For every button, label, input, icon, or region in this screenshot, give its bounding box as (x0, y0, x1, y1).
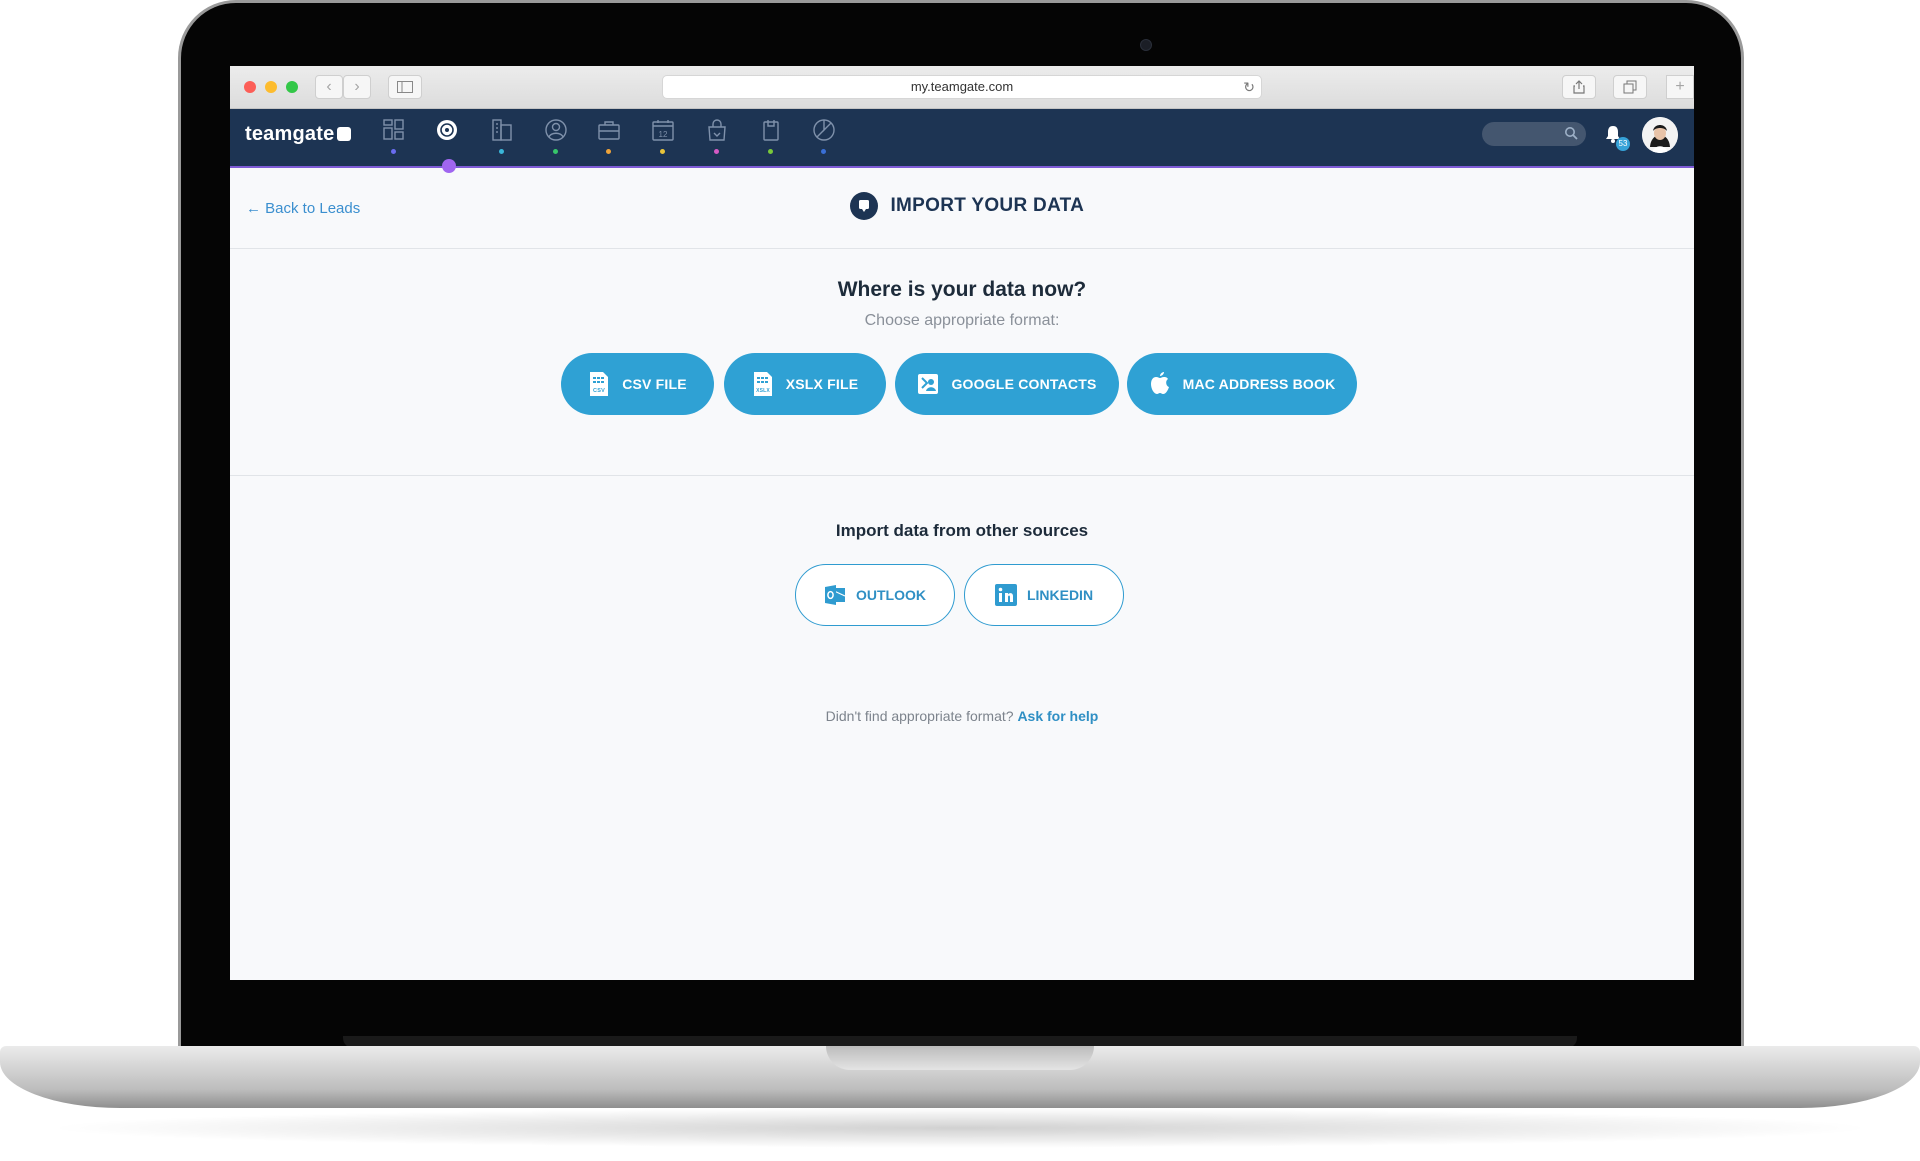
sales-icon (708, 119, 726, 141)
linkedin-label: LINKEDIN (1026, 587, 1094, 603)
chevron-left-icon: ‹ (326, 78, 332, 95)
plus-icon: + (1675, 78, 1685, 95)
calendar-day-text: 12 (659, 130, 668, 139)
browser-back-button[interactable]: ‹ (315, 75, 343, 99)
camera (1140, 39, 1152, 51)
linkedin-button[interactable]: LINKEDIN (964, 564, 1124, 626)
address-bar[interactable]: my.teamgate.com ↻ (662, 75, 1262, 99)
nav-dot-contacts (553, 149, 558, 154)
csv-file-icon: CSV (590, 372, 609, 396)
back-link-label: Back to Leads (265, 200, 361, 217)
google-contacts-icon (918, 374, 939, 394)
sidebar-toggle-button[interactable] (388, 75, 422, 99)
teamgate-logo[interactable]: teamgate (245, 123, 352, 146)
nav-notes[interactable] (758, 117, 784, 143)
mac-address-book-label: MAC ADDRESS BOOK (1182, 376, 1336, 392)
nav-calendar[interactable]: 12 (650, 117, 676, 143)
linkedin-icon (994, 584, 1017, 606)
xlsx-file-button[interactable]: XSLX XSLX FILE (724, 353, 886, 415)
active-nav-indicator (442, 159, 456, 173)
csv-file-button[interactable]: CSV CSV FILE (561, 353, 714, 415)
outlook-icon (825, 585, 846, 605)
tabs-overview-button[interactable] (1613, 75, 1647, 99)
new-tab-button[interactable]: + (1666, 75, 1694, 99)
notification-badge: 53 (1616, 137, 1630, 151)
logo-text: teamgate (245, 123, 335, 145)
search-input[interactable] (1482, 122, 1586, 146)
back-to-leads-link[interactable]: ← Back to Leads (246, 200, 360, 217)
format-section: Where is your data now? Choose appropria… (230, 249, 1694, 476)
google-contacts-label: GOOGLE CONTACTS (951, 376, 1097, 392)
nav-companies[interactable] (489, 117, 515, 143)
nav-dot-deals (606, 149, 611, 154)
page-title-group: IMPORT YOUR DATA (850, 192, 1084, 222)
chevron-right-icon: › (354, 78, 360, 95)
nav-dot-reports (821, 149, 826, 154)
sidebar-icon (397, 81, 413, 93)
user-avatar-icon (1642, 117, 1678, 153)
deals-icon (598, 121, 620, 140)
page-header: ← Back to Leads IMPORT YOUR DATA (230, 168, 1694, 249)
avatar[interactable] (1642, 117, 1678, 153)
browser-toolbar: ‹ › my.teamgate.com ↻ + (230, 66, 1694, 109)
page-title: IMPORT YOUR DATA (890, 195, 1085, 216)
contacts-icon (545, 119, 567, 141)
outlook-label: OUTLOOK (856, 587, 926, 603)
nav-reports[interactable] (811, 117, 837, 143)
nav-contacts[interactable] (543, 117, 569, 143)
notes-icon (763, 120, 779, 141)
import-icon (850, 192, 878, 220)
section-subheading: Choose appropriate format: (864, 312, 1060, 329)
leads-icon (437, 120, 457, 140)
dashboard-icon (383, 119, 404, 140)
reports-icon (813, 119, 835, 141)
xlsx-file-label: XSLX FILE (785, 376, 859, 392)
nav-dashboard[interactable] (381, 117, 407, 143)
maximize-window-button[interactable] (286, 81, 298, 93)
section-heading: Where is your data now? (837, 278, 1087, 301)
reload-icon[interactable]: ↻ (1243, 76, 1255, 98)
xlsx-icon-text: XSLX (756, 388, 770, 394)
logo-mark-icon (337, 127, 352, 141)
xlsx-file-icon: XSLX (753, 372, 772, 396)
laptop-notch (826, 1046, 1094, 1070)
help-footer: Didn't find appropriate format? Ask for … (230, 708, 1694, 724)
url-text: my.teamgate.com (910, 79, 1014, 94)
nav-dot-sales (714, 149, 719, 154)
browser-forward-button[interactable]: › (343, 75, 371, 99)
minimize-window-button[interactable] (265, 81, 277, 93)
csv-file-label: CSV FILE (622, 376, 687, 392)
nav-sales[interactable] (704, 117, 730, 143)
nav-dot-notes (768, 149, 773, 154)
nav-leads[interactable] (434, 117, 460, 143)
calendar-icon: 12 (652, 120, 674, 141)
tabs-icon (1623, 80, 1637, 94)
screen: ‹ › my.teamgate.com ↻ + teamgate 12 53 ←… (230, 66, 1694, 980)
apple-icon (1150, 372, 1169, 394)
ask-for-help-link[interactable]: Ask for help (1017, 708, 1098, 724)
arrow-left-icon: ← (246, 200, 261, 217)
nav-deals[interactable] (596, 117, 622, 143)
nav-dot-calendar (660, 149, 665, 154)
google-contacts-button[interactable]: GOOGLE CONTACTS (895, 353, 1119, 415)
nav-dot-companies (499, 149, 504, 154)
search-icon[interactable] (1564, 126, 1578, 140)
share-icon (1573, 80, 1585, 94)
laptop-shadow (40, 1108, 1880, 1148)
nav-dot-dashboard (391, 149, 396, 154)
other-sources-heading: Import data from other sources (835, 521, 1089, 540)
outlook-button[interactable]: OUTLOOK (795, 564, 955, 626)
csv-icon-text: CSV (593, 388, 605, 394)
help-text: Didn't find appropriate format? (825, 708, 1014, 724)
mac-address-book-button[interactable]: MAC ADDRESS BOOK (1127, 353, 1357, 415)
share-button[interactable] (1562, 75, 1596, 99)
companies-icon (492, 119, 512, 141)
close-window-button[interactable] (244, 81, 256, 93)
